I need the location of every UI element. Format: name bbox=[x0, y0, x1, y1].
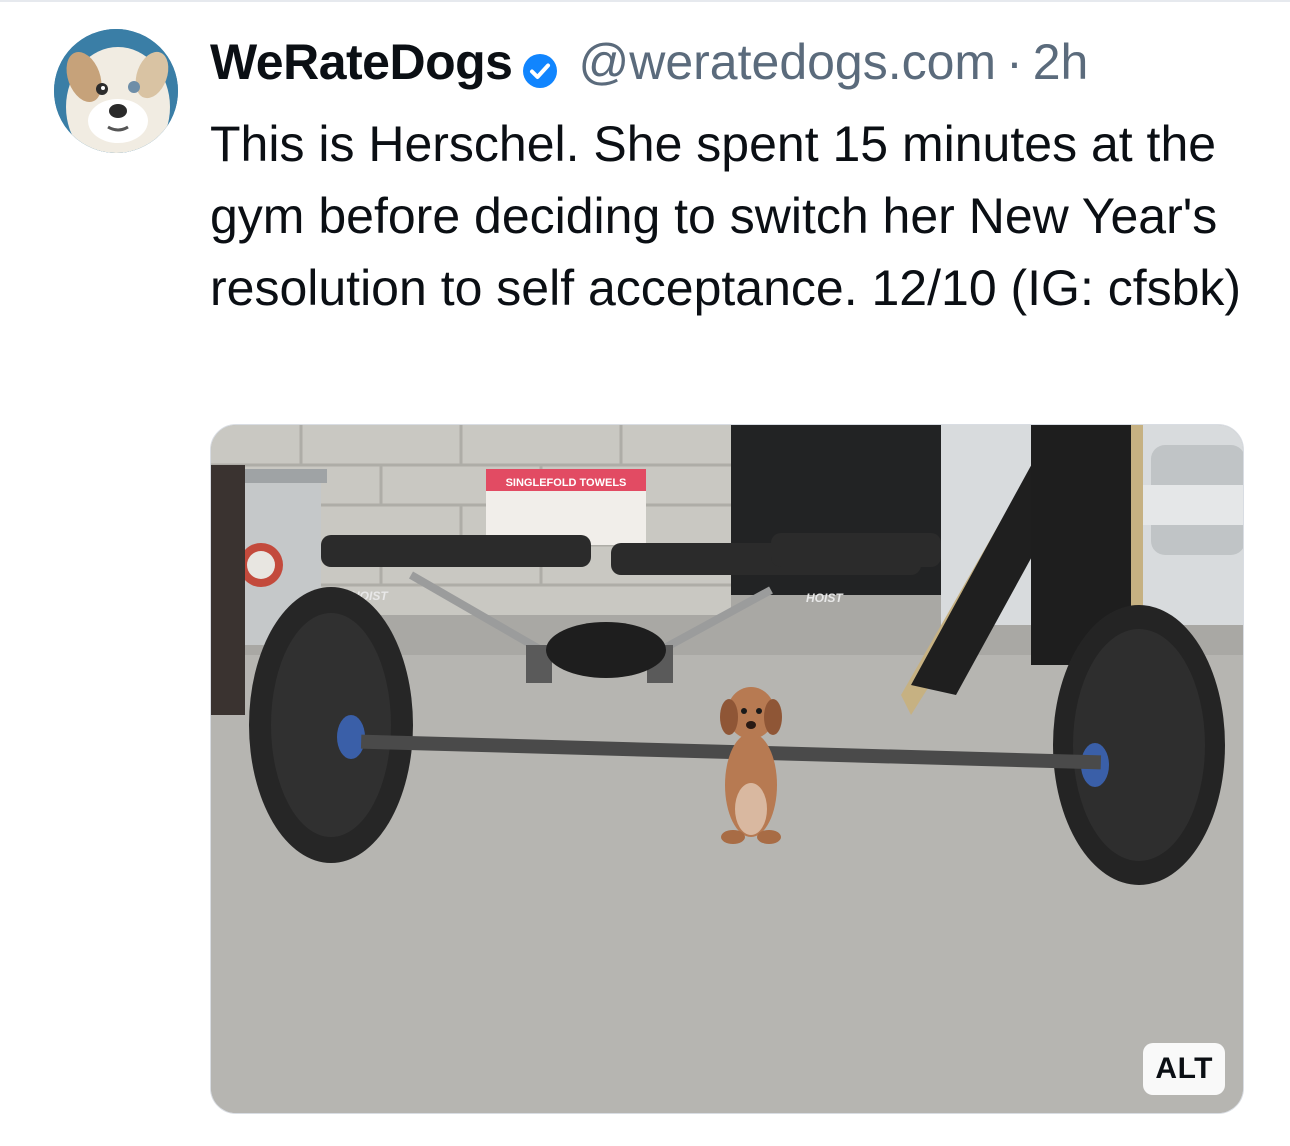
timestamp[interactable]: 2h bbox=[1033, 30, 1089, 94]
box-label: SINGLEFOLD TOWELS bbox=[506, 477, 627, 489]
gym-dog-photo: SINGLEFOLD TOWELS HOIST HOIST bbox=[211, 425, 1243, 1113]
top-divider bbox=[0, 0, 1290, 2]
handle[interactable]: @weratedogs.com bbox=[578, 30, 996, 94]
bench-brand-right: HOIST bbox=[806, 591, 844, 605]
post-text: This is Herschel. She spent 15 minutes a… bbox=[210, 116, 1242, 316]
avatar[interactable] bbox=[54, 29, 178, 153]
separator-dot: · bbox=[1006, 34, 1023, 90]
post-header: WeRateDogs @weratedogs.com · 2h bbox=[210, 30, 1088, 94]
verified-check-icon bbox=[520, 42, 560, 88]
post-image[interactable]: SINGLEFOLD TOWELS HOIST HOIST ALT bbox=[210, 424, 1244, 1114]
display-name[interactable]: WeRateDogs bbox=[210, 30, 513, 94]
dog-avatar-icon bbox=[54, 29, 178, 153]
alt-text-button[interactable]: ALT bbox=[1143, 1043, 1225, 1095]
